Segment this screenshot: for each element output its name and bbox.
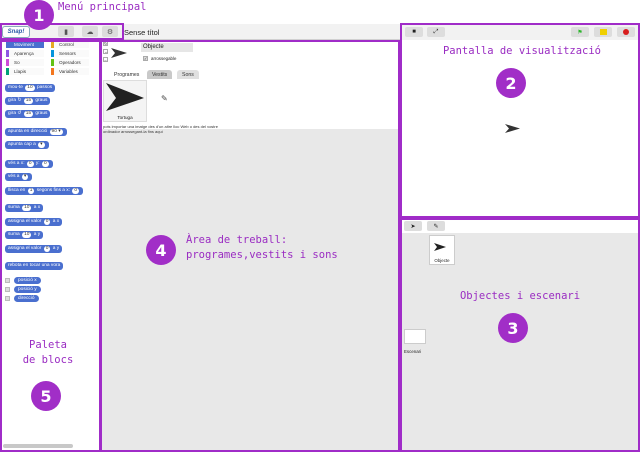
annotation-label-palette-line2: de blocs — [22, 354, 74, 366]
annotation-badge-1: 1 — [24, 0, 54, 30]
annotation-badge-4: 4 — [146, 235, 176, 265]
annotation-badge-3: 3 — [498, 313, 528, 343]
annotation-label-palette-line1: Paleta — [29, 339, 67, 351]
annotation-badge-2: 2 — [496, 68, 526, 98]
annotation-frame-menu — [0, 23, 124, 40]
annotation-label-sprites: Objectes i escenari — [459, 290, 581, 302]
annotation-label-palette: Paleta de blocs — [10, 338, 86, 368]
annotation-badge-5: 5 — [31, 381, 61, 411]
annotation-label-work-line2: programes,vestits i sons — [186, 249, 338, 261]
annotation-label-work: Àrea de treball: programes,vestits i son… — [186, 233, 338, 263]
annotation-label-stage: Pantalla de visualització — [442, 45, 602, 57]
annotation-label-menu: Menú principal — [58, 1, 147, 13]
project-title: Sense títol — [124, 28, 160, 37]
annotation-label-work-line1: Àrea de treball: — [186, 234, 288, 246]
